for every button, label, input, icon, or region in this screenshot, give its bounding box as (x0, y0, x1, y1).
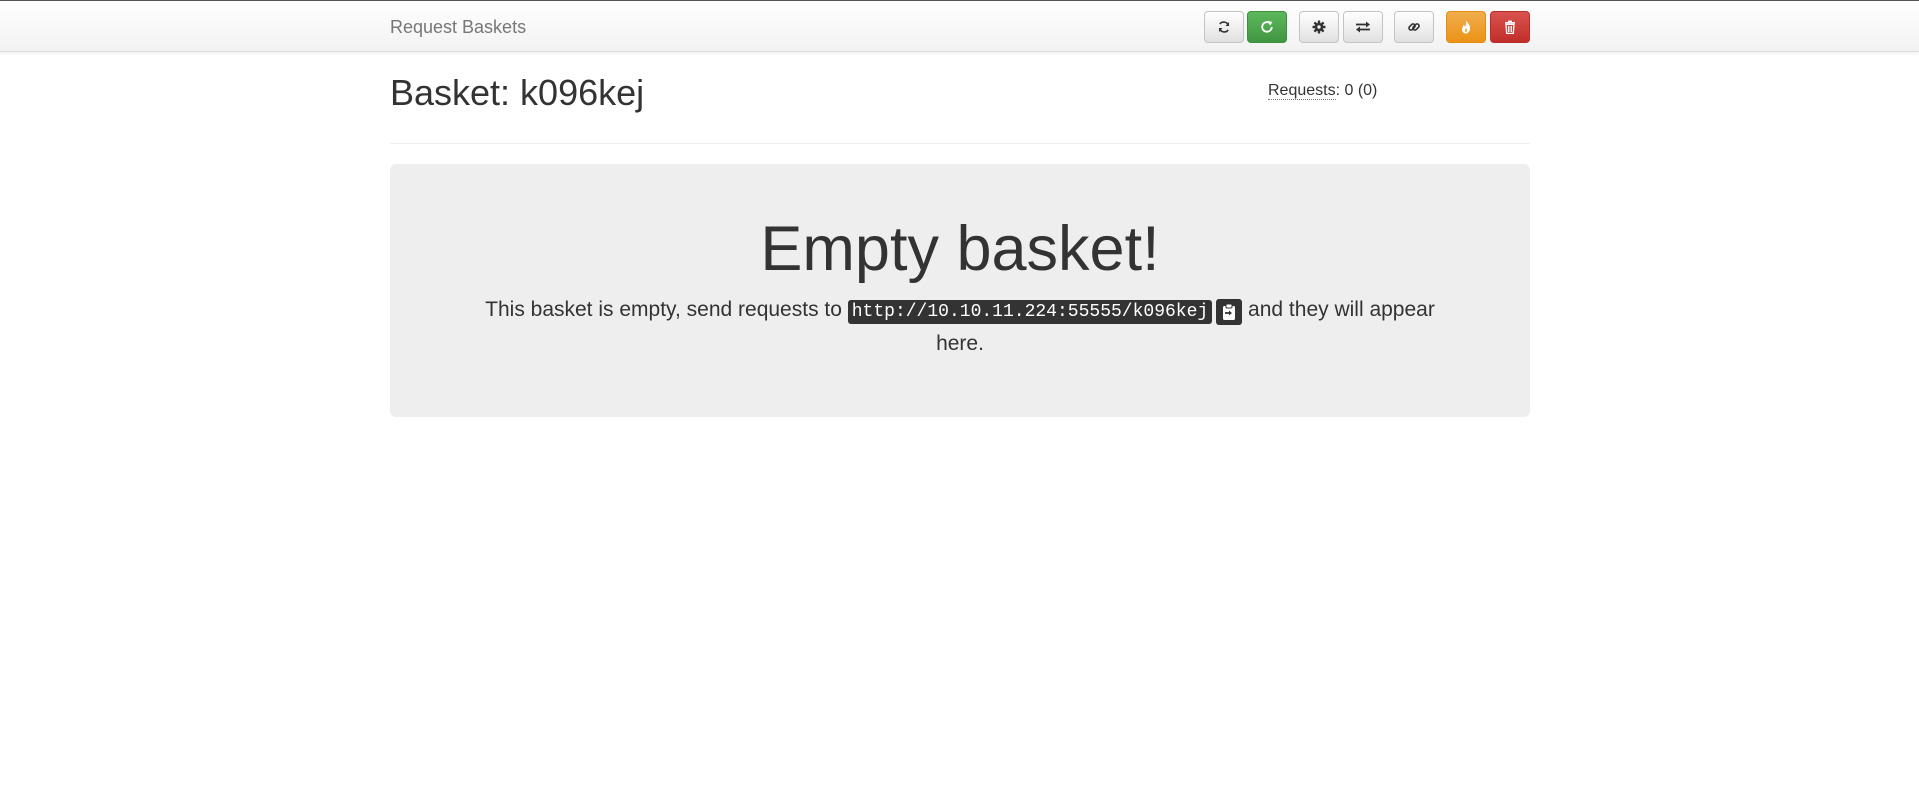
refresh-button[interactable] (1204, 11, 1244, 43)
empty-basket-heading: Empty basket! (760, 214, 1160, 284)
auto-refresh-icon (1261, 20, 1273, 33)
gear-icon (1312, 20, 1326, 34)
delete-basket-button[interactable] (1490, 11, 1530, 43)
trash-icon (1505, 20, 1515, 34)
message-text-before: This basket is empty, send requests to (485, 298, 848, 321)
settings-button[interactable] (1299, 11, 1339, 43)
empty-basket-message: This basket is empty, send requests to h… (470, 294, 1450, 359)
divider (390, 143, 1530, 144)
fire-icon (1461, 20, 1471, 34)
requests-link[interactable]: Requests (1268, 82, 1336, 100)
copy-url-button[interactable] (1216, 299, 1243, 325)
transfer-icon (1356, 21, 1370, 33)
empty-basket-panel: Empty basket! This basket is empty, send… (390, 164, 1530, 417)
brand-link[interactable]: Request Baskets (390, 17, 526, 38)
clear-requests-button[interactable] (1446, 11, 1486, 43)
share-link-button[interactable] (1394, 11, 1434, 43)
requests-count-value: : 0 (0) (1335, 82, 1378, 99)
requests-counter: Requests: 0 (0) (1268, 82, 1377, 100)
page-title: Basket: k096kej (390, 72, 645, 113)
clipboard-icon (1223, 303, 1236, 320)
responses-button[interactable] (1343, 11, 1383, 43)
navbar: Request Baskets (0, 1, 1919, 52)
auto-refresh-button[interactable] (1247, 11, 1287, 43)
refresh-icon (1218, 21, 1230, 33)
basket-url[interactable]: http://10.10.11.224:55555/k096kej (847, 300, 1213, 324)
link-icon (1408, 23, 1420, 31)
